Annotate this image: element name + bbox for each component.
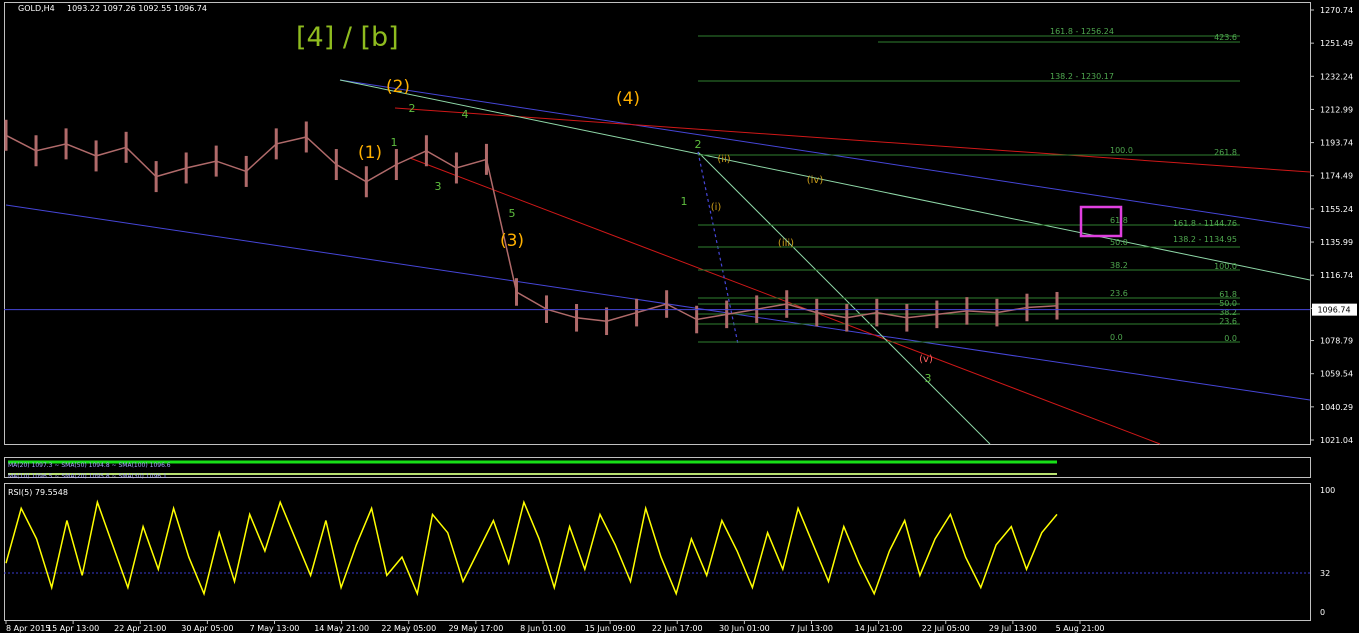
time-tick-label: 8 Jun 01:00 bbox=[520, 624, 566, 633]
fib-label-left: 50.0 bbox=[1110, 238, 1128, 247]
time-tick-label: 22 Jul 05:00 bbox=[922, 624, 970, 633]
rsi-axis-label: 32 bbox=[1320, 569, 1330, 578]
time-tick-label: 29 May 17:00 bbox=[448, 624, 503, 633]
chart-header-ohlc: 1093.22 1097.26 1092.55 1096.74 bbox=[67, 4, 207, 13]
fib-label-left: 100.0 bbox=[1110, 146, 1133, 155]
wave-label-minor: 5 bbox=[509, 207, 516, 220]
time-tick-label: 29 Jul 13:00 bbox=[989, 624, 1037, 633]
price-tick-label: 1040.29 bbox=[1320, 403, 1353, 412]
time-tick-label: 22 Jun 17:00 bbox=[652, 624, 703, 633]
wave-label-roman: (iv) bbox=[807, 175, 824, 186]
price-chart[interactable]: 161.8 - 1256.24423.6138.2 - 1230.17100.0… bbox=[0, 0, 1359, 633]
wave-title: [4] / [b] bbox=[296, 22, 399, 53]
fib-label-right: 138.2 - 1134.95 bbox=[1173, 235, 1237, 244]
indicator-strip-label: MA(20) 1097.3 ~ SMA(50) 1094.8 ~ SMA(100… bbox=[8, 462, 171, 469]
price-tick-label: 1270.74 bbox=[1320, 6, 1353, 15]
fib-label-right: 423.6 bbox=[1214, 33, 1237, 42]
fib-label-left: 161.8 - 1256.24 bbox=[1050, 27, 1114, 36]
time-tick-label: 30 Apr 05:00 bbox=[181, 624, 233, 633]
time-tick-label: 14 Jul 21:00 bbox=[855, 624, 903, 633]
time-tick-label: 5 Aug 21:00 bbox=[1056, 624, 1105, 633]
wave-label-minor: 3 bbox=[435, 180, 442, 193]
fib-label-right: 261.8 bbox=[1214, 148, 1237, 157]
fib-label-right: 50.0 bbox=[1219, 299, 1237, 308]
time-tick-label: 22 May 05:00 bbox=[381, 624, 436, 633]
price-tick-label: 1021.04 bbox=[1320, 436, 1353, 445]
wave-label-minor: 3 bbox=[925, 372, 932, 385]
rsi-axis-label: 0 bbox=[1320, 608, 1325, 617]
fib-label-right: 61.8 bbox=[1219, 290, 1237, 299]
wave-label-roman: (ii) bbox=[717, 154, 730, 165]
fib-label-left: 0.0 bbox=[1110, 333, 1123, 342]
price-tick-label: 1135.99 bbox=[1320, 238, 1353, 247]
price-tick-label: 1193.74 bbox=[1320, 139, 1353, 148]
time-tick-label: 7 May 13:00 bbox=[250, 624, 300, 633]
price-tick-label: 1212.99 bbox=[1320, 105, 1353, 114]
price-tick-label: 1251.49 bbox=[1320, 39, 1353, 48]
price-tick-label: 1059.54 bbox=[1320, 370, 1353, 379]
rsi-title: RSI(5) 79.5548 bbox=[8, 488, 68, 497]
price-tick-label: 1078.79 bbox=[1320, 337, 1353, 346]
rsi-axis-label: 100 bbox=[1320, 486, 1335, 495]
wave-label-major: (2) bbox=[386, 77, 410, 97]
wave-label-major: (4) bbox=[616, 89, 640, 109]
time-tick-label: 22 Apr 21:00 bbox=[114, 624, 166, 633]
wave-label-roman: (i) bbox=[711, 202, 722, 213]
time-tick-label: 30 Jun 01:00 bbox=[719, 624, 770, 633]
price-tick-label: 1232.24 bbox=[1320, 72, 1353, 81]
fib-label-right: 23.6 bbox=[1219, 317, 1237, 326]
wave-label-major: (3) bbox=[500, 231, 524, 251]
fib-label-left: 23.6 bbox=[1110, 289, 1128, 298]
wave-label-major: (1) bbox=[358, 143, 382, 163]
fib-label-right: 0.0 bbox=[1224, 334, 1237, 343]
wave-label-roman: (iii) bbox=[778, 238, 794, 249]
time-tick-label: 15 Jun 09:00 bbox=[585, 624, 636, 633]
price-tick-label: 1155.24 bbox=[1320, 205, 1353, 214]
wave-label-minor: 1 bbox=[391, 136, 398, 149]
wave-label-minor: 4 bbox=[462, 108, 469, 121]
fib-label-left: 61.8 bbox=[1110, 216, 1128, 225]
time-tick-label: 15 Apr 13:00 bbox=[47, 624, 99, 633]
fib-label-left: 138.2 - 1230.17 bbox=[1050, 72, 1114, 81]
time-tick-label: 8 Apr 2015 bbox=[6, 624, 50, 633]
price-tick-label: 1116.74 bbox=[1320, 271, 1353, 280]
fib-label-right: 100.0 bbox=[1214, 262, 1237, 271]
wave-label-minor: 2 bbox=[409, 102, 416, 115]
fib-label-right: 161.8 - 1144.76 bbox=[1173, 219, 1237, 228]
wave-label-minor: 2 bbox=[695, 138, 702, 151]
price-tick-label: 1174.49 bbox=[1320, 172, 1353, 181]
wave-label-minor: 1 bbox=[681, 195, 688, 208]
chart-header-symbol: GOLD,H4 bbox=[18, 4, 55, 13]
wave-label-roman: (v) bbox=[919, 354, 933, 365]
current-price-label: 1096.74 bbox=[1317, 306, 1350, 315]
indicator-strip-label: MA(10) 1096.5 ~ SMA(20) 1095.8 ~ SMA(30)… bbox=[8, 473, 167, 480]
fib-label-left: 38.2 bbox=[1110, 261, 1128, 270]
time-tick-label: 7 Jul 13:00 bbox=[790, 624, 833, 633]
time-tick-label: 14 May 21:00 bbox=[314, 624, 369, 633]
